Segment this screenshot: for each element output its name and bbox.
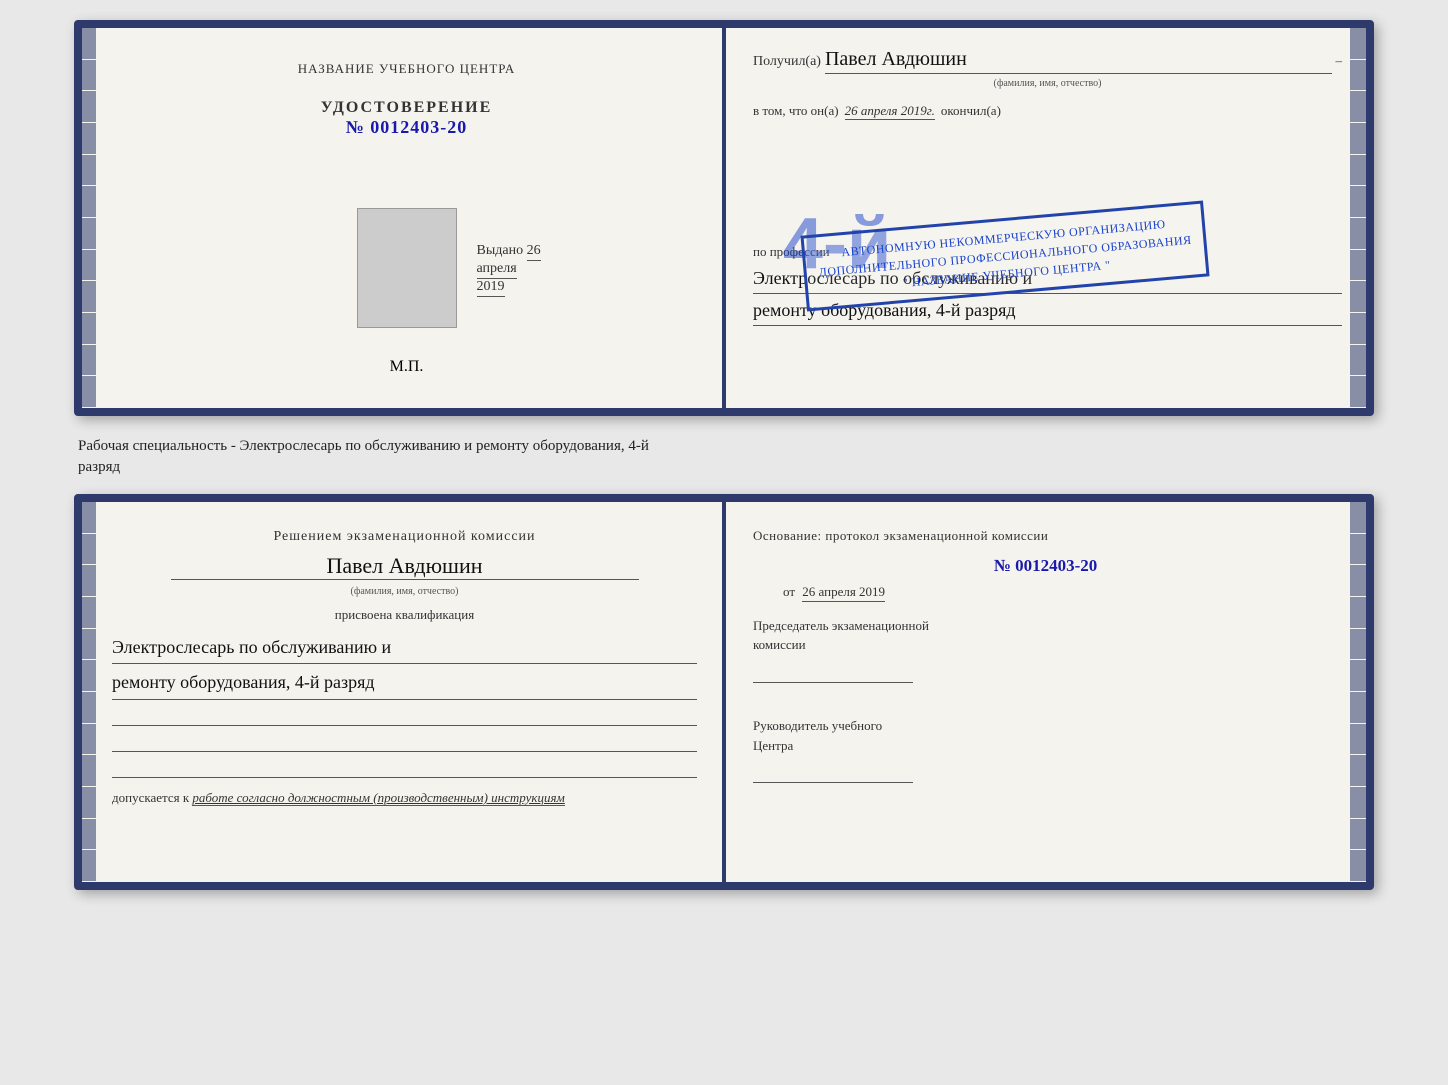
bottom-fio-hint: (фамилия, имя, отчество) (112, 586, 697, 597)
vydano-block: Выдано 26 апреля 2019 (477, 241, 541, 295)
bottom-document: Решением экзаменационной комиссии Павел … (74, 494, 1374, 890)
dopuskaetsya-block: допускается к работе согласно должностны… (112, 790, 697, 806)
top-document: НАЗВАНИЕ УЧЕБНОГО ЦЕНТРА УДОСТОВЕРЕНИЕ №… (74, 20, 1374, 416)
rukovoditel-block: Руководитель учебного Центра (753, 716, 1338, 789)
osnovanie-label: Основание: протокол экзаменационной коми… (753, 526, 1338, 546)
predsedatel-signature (753, 659, 913, 683)
fio-hint-top: (фамилия, имя, отчество) (753, 78, 1342, 89)
protocol-number: № 0012403-20 (753, 556, 1338, 576)
stamp-area: 4-й АВТОНОМНУЮ НЕКОММЕРЧЕСКУЮ ОРГАНИЗАЦИ… (753, 128, 1342, 228)
photo-placeholder (357, 208, 457, 328)
udostoverenie-block: УДОСТОВЕРЕНИЕ № 0012403-20 (321, 99, 493, 138)
underline1 (112, 702, 697, 726)
rukovoditel-signature (753, 759, 913, 783)
bottom-name: Павел Авдюшин (171, 553, 639, 580)
ot-date: 26 апреля 2019 (802, 584, 885, 602)
top-right-page: Получил(a) Павел Авдюшин – (фамилия, имя… (729, 28, 1366, 408)
dopusk-text: работе согласно должностным (производств… (192, 790, 564, 806)
bottom-right-page: Основание: протокол экзаменационной коми… (725, 502, 1366, 882)
udostoverenie-number: № 0012403-20 (321, 117, 493, 138)
bottom-right-margin (1350, 502, 1366, 882)
qualification-line2: ремонту оборудования, 4-й разряд (112, 666, 697, 699)
qualification-line1: Электрослесарь по обслуживанию и (112, 631, 697, 664)
underline2 (112, 728, 697, 752)
mp-line: М.П. (390, 358, 424, 376)
center-title: НАЗВАНИЕ УЧЕБНОГО ЦЕНТРА (298, 60, 515, 78)
ot-line: от 26 апреля 2019 (753, 584, 1338, 600)
resheniem-title: Решением экзаменационной комиссии (112, 526, 697, 547)
predsedatel-block: Председатель экзаменационной комиссии (753, 616, 1338, 689)
underline3 (112, 754, 697, 778)
vtom-line: в том, что он(а) 26 апреля 2019г. окончи… (753, 103, 1342, 120)
bottom-left-page: Решением экзаменационной комиссии Павел … (82, 502, 725, 882)
right-margin-bars (1350, 28, 1366, 408)
poluchil-line: Получил(a) Павел Авдюшин – (753, 48, 1342, 74)
udostoverenie-label: УДОСТОВЕРЕНИЕ (321, 99, 493, 117)
recipient-name: Павел Авдюшин (825, 48, 1332, 74)
vydano-label: Выдано 26 апреля 2019 (477, 243, 541, 297)
top-left-page: НАЗВАНИЕ УЧЕБНОГО ЦЕНТРА УДОСТОВЕРЕНИЕ №… (82, 28, 729, 408)
prisvoena-label: присвоена квалификация (112, 607, 697, 623)
completion-date: 26 апреля 2019г. (845, 103, 935, 120)
separator-text: Рабочая специальность - Электрослесарь п… (74, 432, 1374, 478)
